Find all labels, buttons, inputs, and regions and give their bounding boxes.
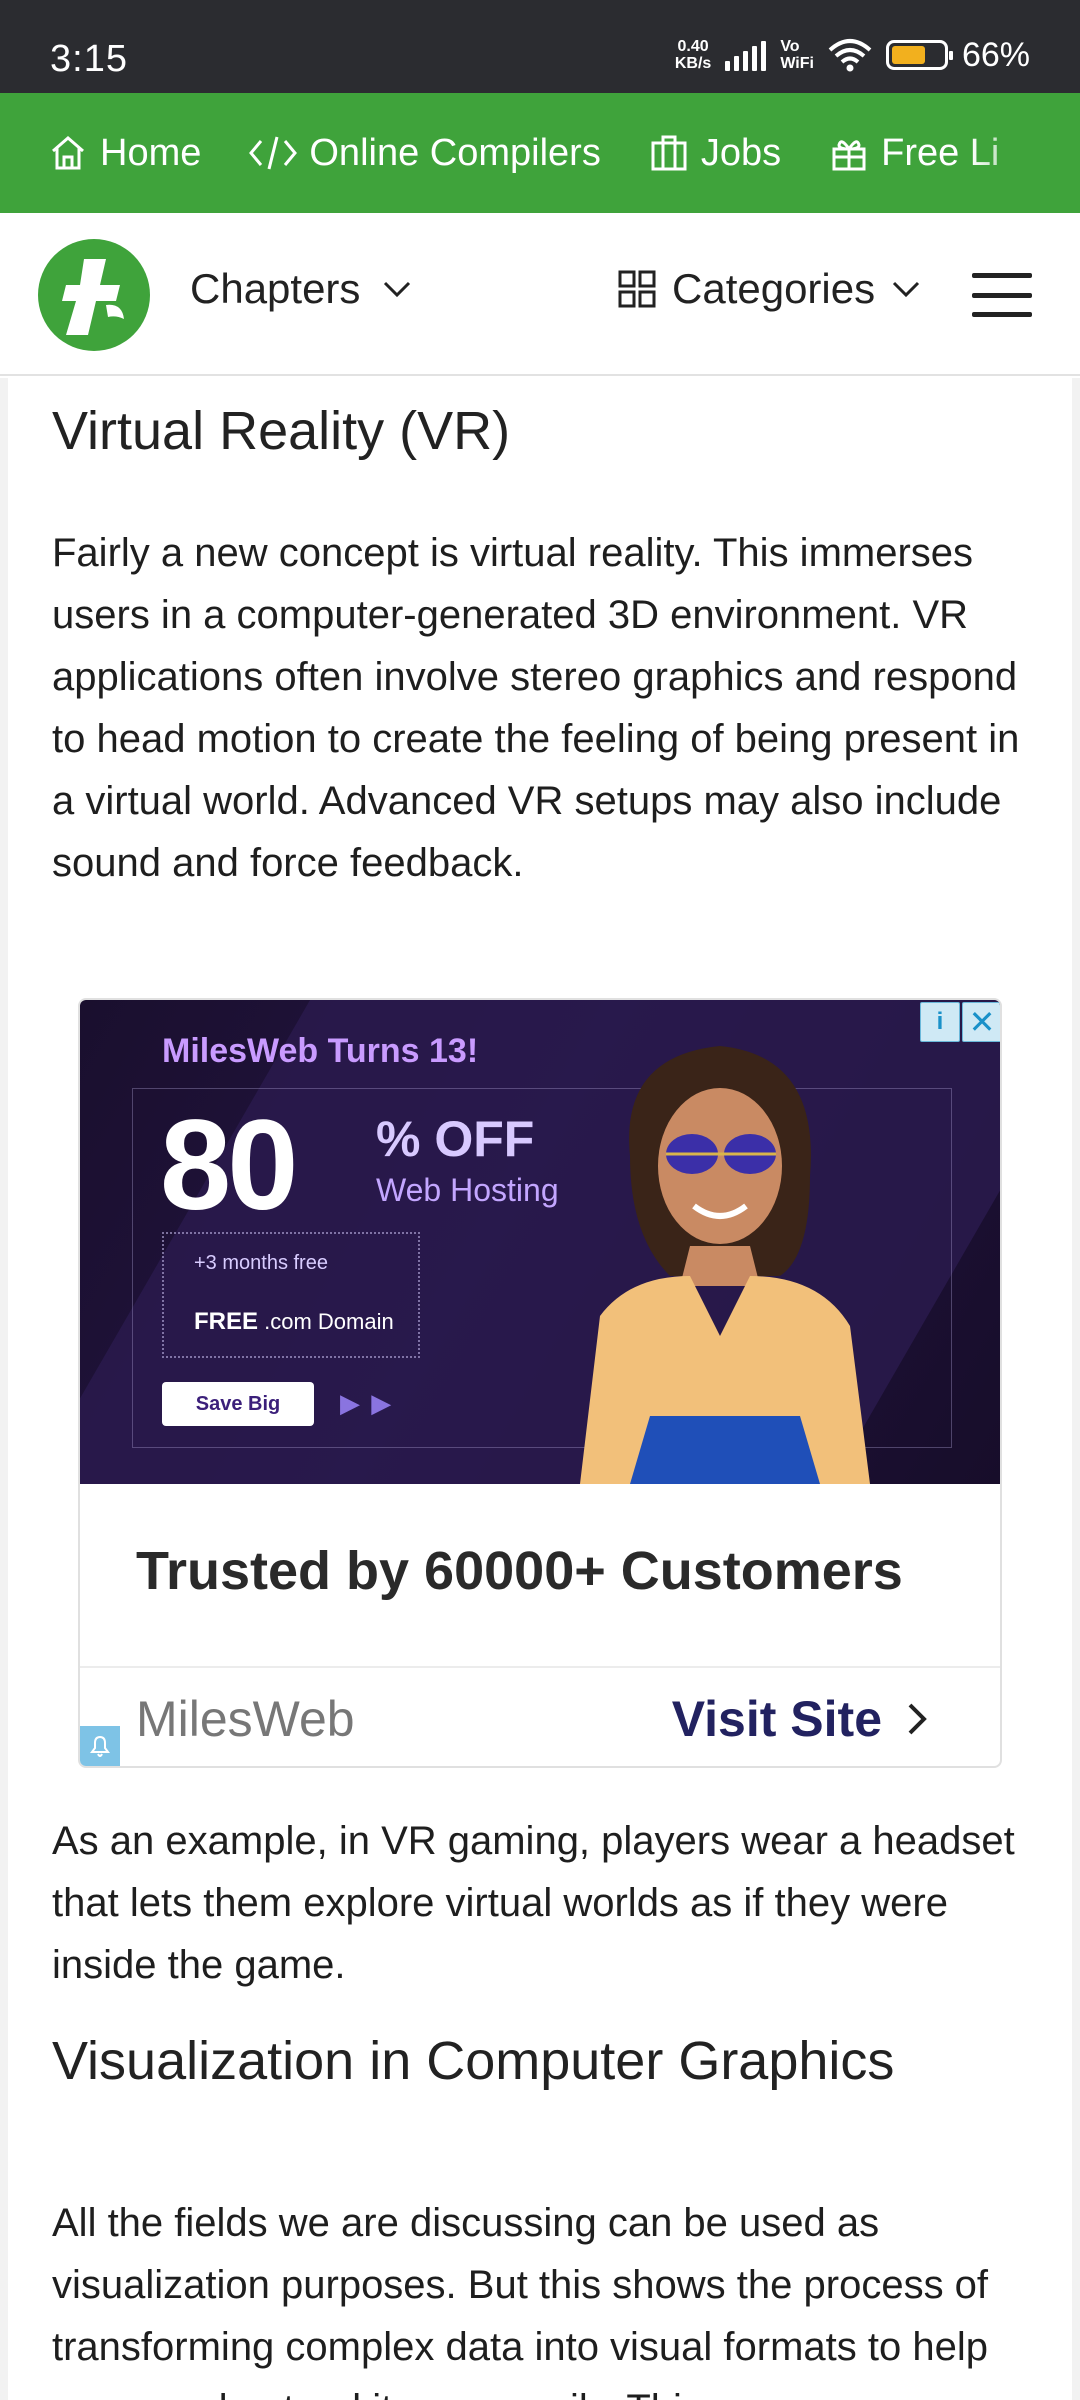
home-icon	[52, 136, 84, 170]
battery-percent: 66%	[961, 35, 1030, 74]
ad-save-big-button[interactable]: Save Big	[162, 1382, 314, 1426]
ad-free-domain: FREE .com Domain	[194, 1308, 394, 1336]
battery-icon	[885, 40, 953, 70]
chevron-right-icon	[908, 1703, 927, 1735]
ad-info-icon[interactable]: i	[920, 1002, 960, 1042]
ad-divider	[80, 1666, 1000, 1668]
ad-months-free: +3 months free	[194, 1252, 328, 1274]
paragraph-vr-example: As an example, in VR gaming, players wea…	[52, 1819, 1015, 1987]
article-content: Virtual Reality (VR) Fairly a new concep…	[0, 378, 1080, 2400]
nav-home[interactable]: Home	[48, 132, 201, 175]
nav-online-compilers-label: Online Compilers	[309, 131, 601, 174]
ad-free-domain-bold: FREE	[194, 1308, 259, 1335]
code-icon	[249, 136, 298, 170]
nav-jobs-label: Jobs	[700, 131, 782, 174]
vowifi-top: Vo	[780, 38, 800, 55]
hamburger-icon[interactable]	[972, 273, 1032, 317]
chapters-label: Chapters	[190, 265, 361, 312]
advertisement[interactable]: MilesWeb Turns 13! 80 % OFF Web Hosting …	[78, 998, 1002, 1768]
ad-discount-off: % OFF	[376, 1111, 535, 1167]
nav-jobs[interactable]: Jobs	[649, 132, 781, 175]
wifi-icon	[828, 39, 872, 72]
ad-visit-site-button[interactable]: Visit Site	[672, 1690, 928, 1748]
network-speed-unit: KB/s	[674, 55, 712, 72]
nav-home-label: Home	[100, 131, 202, 174]
nav-online-compilers[interactable]: Online Compilers	[249, 131, 601, 175]
nav-fade	[970, 93, 1080, 213]
paragraph-virtual-reality: Fairly a new concept is virtual reality.…	[52, 531, 1020, 885]
status-time: 3:15	[50, 38, 128, 80]
chapters-dropdown[interactable]: Chapters	[190, 265, 412, 313]
status-icons: 0.40 KB/s Vo WiFi 66%	[675, 30, 1030, 80]
gift-icon	[832, 140, 866, 171]
ad-web-hosting: Web Hosting	[376, 1172, 559, 1208]
chevron-down-icon	[893, 281, 920, 298]
heading-virtual-reality: Virtual Reality (VR)	[52, 401, 511, 461]
ad-banner[interactable]: MilesWeb Turns 13! 80 % OFF Web Hosting …	[80, 1000, 1000, 1484]
briefcase-icon	[651, 135, 687, 171]
status-bar: 3:15 0.40 KB/s Vo WiFi 66%	[0, 0, 1080, 93]
ad-offer-box	[162, 1232, 420, 1358]
vowifi-indicator: Vo WiFi	[780, 38, 814, 72]
ad-free-domain-rest: .com Domain	[258, 1309, 394, 1334]
ad-close-icon[interactable]: ✕	[962, 1002, 1000, 1042]
network-speed: 0.40 KB/s	[675, 38, 711, 72]
ad-bell-icon[interactable]	[80, 1726, 120, 1766]
vowifi-bottom: WiFi	[780, 55, 814, 72]
grid-icon	[618, 270, 656, 308]
ad-brand: MilesWeb	[136, 1691, 355, 1747]
ad-discount-number: 80	[160, 1094, 298, 1237]
categories-dropdown[interactable]: Categories	[618, 265, 921, 313]
site-header: Chapters Categories	[0, 213, 1080, 376]
ad-headline: Trusted by 60000+ Customers	[136, 1541, 903, 1601]
signal-icon	[725, 39, 767, 71]
play-arrows-icon: ▶ ▶	[340, 1388, 394, 1418]
ad-title: MilesWeb Turns 13!	[162, 1032, 479, 1070]
top-nav: Home Online Compilers Jobs Free Li	[0, 93, 1080, 213]
tutorialspoint-logo[interactable]	[36, 237, 156, 353]
ad-model-image	[580, 1046, 870, 1484]
categories-label: Categories	[672, 265, 876, 312]
network-speed-value: 0.40	[677, 38, 709, 55]
ad-visit-site-label: Visit Site	[671, 1691, 882, 1747]
paragraph-visualization: All the fields we are discussing can be …	[52, 2201, 989, 2400]
battery-fill	[891, 46, 925, 64]
heading-visualization: Visualization in Computer Graphics	[52, 2031, 895, 2091]
chevron-down-icon	[384, 281, 411, 298]
